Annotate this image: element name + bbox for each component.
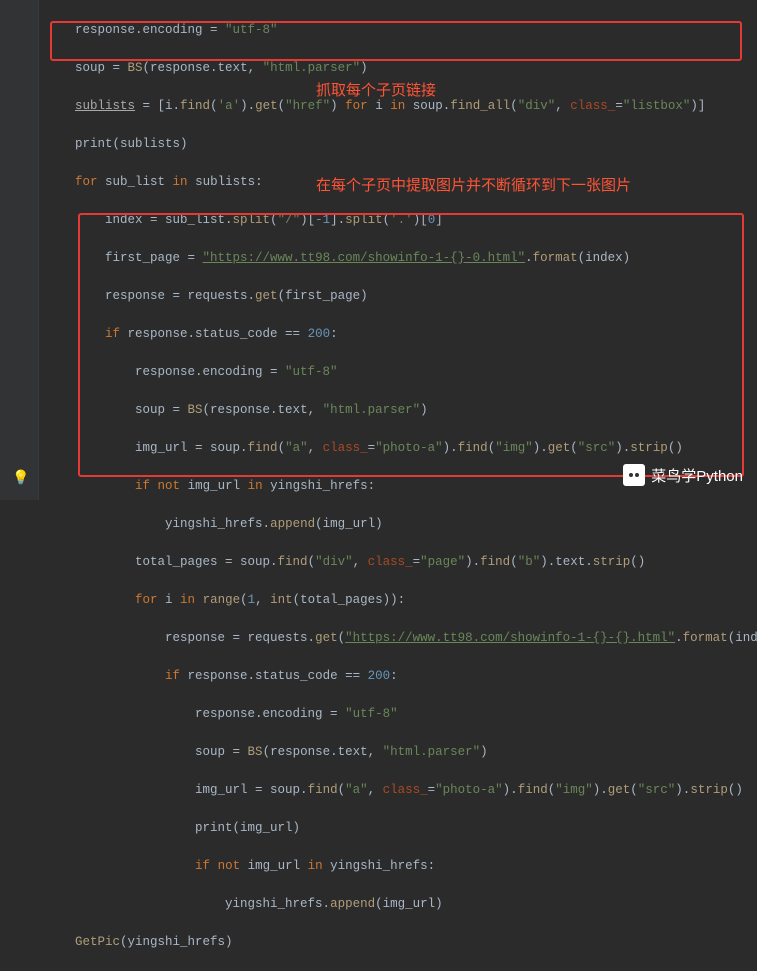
- code-line: if not img_url in yingshi_hrefs:: [45, 857, 757, 876]
- code-line: first_page = "https://www.tt98.com/showi…: [45, 249, 757, 268]
- code-line: response = requests.get(first_page): [45, 287, 757, 306]
- wechat-icon: [623, 464, 645, 486]
- intention-bulb-icon[interactable]: 💡: [12, 470, 29, 487]
- code-line: img_url = soup.find("a", class_="photo-a…: [45, 781, 757, 800]
- code-line: soup = BS(response.text, "html.parser"): [45, 59, 757, 78]
- code-line: total_pages = soup.find("div", class_="p…: [45, 553, 757, 572]
- code-line: for i in range(1, int(total_pages)):: [45, 591, 757, 610]
- code-line: response.encoding = "utf-8": [45, 705, 757, 724]
- code-line: response.encoding = "utf-8": [45, 21, 757, 40]
- code-line: if response.status_code == 200:: [45, 325, 757, 344]
- code-line: img_url = soup.find("a", class_="photo-a…: [45, 439, 757, 458]
- watermark: 菜鸟学Python: [623, 464, 743, 486]
- watermark-label: 菜鸟学Python: [651, 465, 743, 486]
- code-line: response.encoding = "utf-8": [45, 363, 757, 382]
- annotation-text-1: 抓取每个子页链接: [316, 79, 436, 100]
- code-editor[interactable]: response.encoding = "utf-8" soup = BS(re…: [45, 2, 757, 971]
- code-line: response = requests.get("https://www.tt9…: [45, 629, 757, 648]
- code-line: yingshi_hrefs.append(img_url): [45, 515, 757, 534]
- code-line: print(img_url): [45, 819, 757, 838]
- code-line: if response.status_code == 200:: [45, 667, 757, 686]
- code-line: GetPic(yingshi_hrefs): [45, 933, 757, 952]
- code-line: soup = BS(response.text, "html.parser"): [45, 401, 757, 420]
- annotation-text-2: 在每个子页中提取图片并不断循环到下一张图片: [316, 174, 631, 195]
- code-line: soup = BS(response.text, "html.parser"): [45, 743, 757, 762]
- code-line: print(sublists): [45, 135, 757, 154]
- editor-gutter: 💡: [0, 0, 39, 500]
- code-line: index = sub_list.split("/")[-1].split('.…: [45, 211, 757, 230]
- code-line: yingshi_hrefs.append(img_url): [45, 895, 757, 914]
